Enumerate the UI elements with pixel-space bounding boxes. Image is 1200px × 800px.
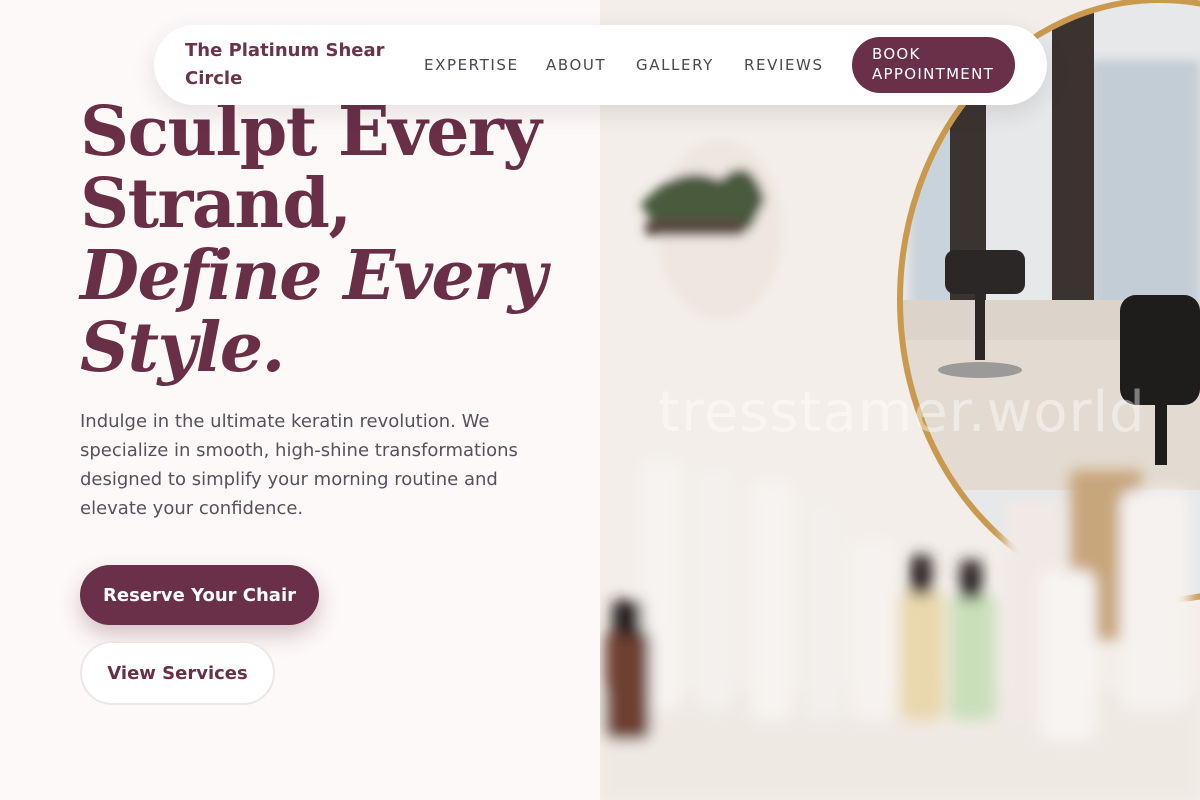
book-appointment-button[interactable]: BOOK APPOINTMENT: [852, 37, 1015, 93]
hero-left: Sculpt Every Strand, Define Every Style.…: [0, 0, 600, 800]
nav-link-expertise[interactable]: EXPERTISE: [424, 56, 519, 74]
headline-line-2: Strand,: [80, 164, 352, 244]
photo-watermark: tresstamer.world: [658, 380, 1146, 445]
salon-photo: tresstamer.world: [600, 0, 1200, 800]
nav-link-reviews[interactable]: REVIEWS: [744, 56, 824, 74]
view-services-button[interactable]: View Services: [80, 641, 275, 705]
headline-line-4: Style.: [80, 308, 285, 388]
top-navigation: The Platinum Shear Circle EXPERTISE ABOU…: [154, 25, 1047, 105]
reserve-chair-button[interactable]: Reserve Your Chair: [80, 565, 319, 625]
nav-link-gallery[interactable]: GALLERY: [636, 56, 714, 74]
hero-headline: Sculpt Every Strand, Define Every Style.: [80, 96, 580, 384]
nav-link-about[interactable]: ABOUT: [546, 56, 606, 74]
headline-line-1: Sculpt Every: [80, 92, 542, 172]
brand-name[interactable]: The Platinum Shear Circle: [185, 37, 385, 93]
hero-description: Indulge in the ultimate keratin revoluti…: [80, 411, 518, 519]
headline-line-3: Define Every: [80, 236, 547, 316]
